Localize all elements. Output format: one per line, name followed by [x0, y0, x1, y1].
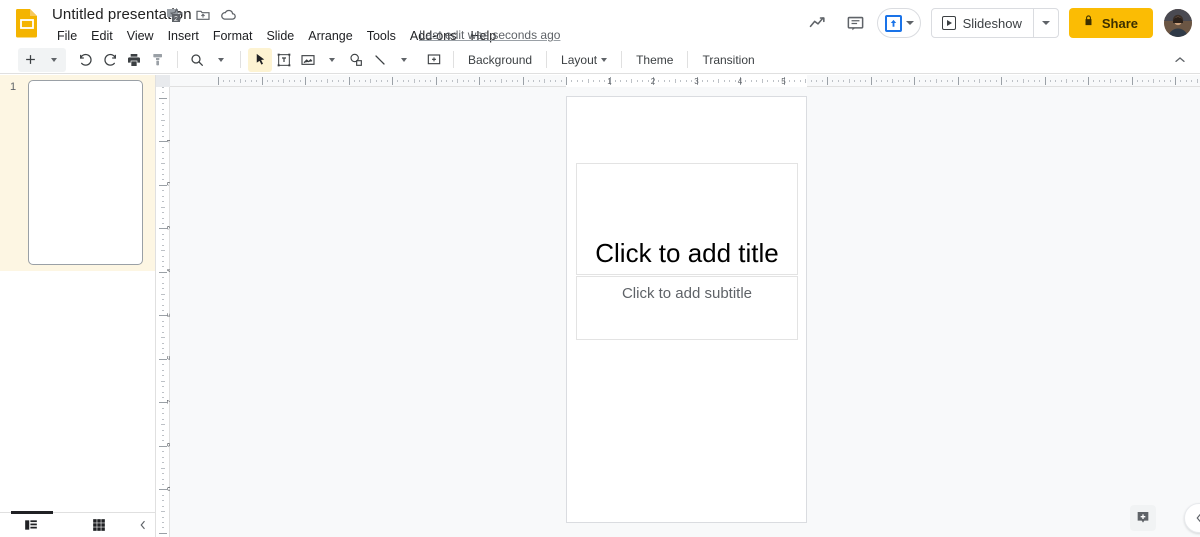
header-right-controls: Slideshow Share	[801, 6, 1192, 40]
filmstrip-bottom-bar	[0, 511, 156, 537]
chevron-down-icon	[401, 57, 407, 62]
horizontal-ruler[interactable]: 1 2 3 4 5	[170, 75, 1200, 87]
slide-editing-area[interactable]: Click to add title Click to add subtitle	[566, 96, 807, 523]
present-button[interactable]	[876, 8, 921, 38]
slideshow-label: Slideshow	[962, 15, 1022, 31]
ruler-number: 5	[781, 77, 786, 86]
comment-icon[interactable]	[839, 6, 873, 40]
ruler-number: 1	[607, 77, 612, 86]
explore-button[interactable]	[1130, 505, 1156, 531]
toolbar-divider	[177, 51, 178, 68]
trending-up-icon[interactable]	[801, 6, 835, 40]
slideshow-dropdown[interactable]	[1032, 9, 1058, 37]
zoom-button[interactable]	[185, 48, 209, 72]
toolbar-divider	[621, 51, 623, 68]
menu-edit[interactable]: Edit	[84, 26, 120, 46]
title-action-icons	[168, 6, 237, 23]
main-toolbar: Background Layout Theme Transition	[0, 46, 1200, 74]
filmstrip-view-icon[interactable]	[10, 511, 53, 536]
zoom-dropdown[interactable]	[209, 48, 233, 72]
menu-file[interactable]: File	[50, 26, 84, 46]
share-button[interactable]: Share	[1068, 8, 1153, 38]
paint-format-button[interactable]	[146, 48, 170, 72]
toolbar-divider	[687, 51, 689, 68]
avatar[interactable]	[1164, 9, 1192, 37]
share-label: Share	[1101, 15, 1138, 31]
new-slide-dropdown[interactable]	[42, 47, 66, 72]
theme-button[interactable]: Theme	[629, 49, 680, 71]
toolbar-divider	[240, 51, 241, 68]
text-box-button[interactable]	[272, 48, 296, 72]
transition-button[interactable]: Transition	[695, 49, 761, 71]
google-slides-window: Untitled presentation 2 File Edit View I…	[0, 0, 1200, 537]
ruler-number: 4	[737, 77, 743, 86]
undo-button[interactable]	[74, 48, 98, 72]
vertical-ruler[interactable]: 123456789	[156, 75, 175, 537]
filmstrip-collapse-button[interactable]	[130, 514, 155, 536]
insert-image-dropdown[interactable]	[320, 48, 344, 72]
active-view-underline	[10, 511, 53, 514]
layout-button[interactable]: Layout	[554, 49, 614, 71]
insert-line-dropdown[interactable]	[392, 48, 416, 72]
side-panel-toggle-button[interactable]	[1184, 503, 1200, 533]
grid-view-icon[interactable]	[87, 514, 112, 536]
chevron-down-icon	[329, 57, 335, 62]
insert-image-button[interactable]	[296, 48, 320, 72]
menu-arrange[interactable]: Arrange	[301, 26, 359, 46]
slide-number: 1	[10, 81, 17, 93]
star-icon[interactable]	[168, 6, 185, 23]
toolbar-divider	[546, 51, 548, 68]
toolbar-group-slide	[18, 47, 66, 72]
google-slides-logo-icon[interactable]	[14, 8, 40, 38]
background-button[interactable]: Background	[461, 49, 539, 71]
toolbar-divider	[453, 51, 454, 68]
chevron-down-icon	[601, 57, 608, 62]
insert-comment-button[interactable]	[422, 48, 446, 72]
move-to-folder-icon[interactable]	[194, 6, 211, 23]
menu-insert[interactable]: Insert	[161, 26, 206, 46]
chevron-down-icon[interactable]	[905, 21, 914, 25]
subtitle-placeholder[interactable]: Click to add subtitle	[576, 276, 798, 340]
subtitle-placeholder-text: Click to add subtitle	[621, 285, 753, 302]
insert-shape-button[interactable]	[344, 48, 368, 72]
present-upload-icon	[884, 14, 902, 32]
play-box-icon	[941, 16, 956, 30]
menu-tools[interactable]: Tools	[360, 26, 403, 46]
title-placeholder-text: Click to add title	[595, 238, 779, 269]
app-header: Untitled presentation 2 File Edit View I…	[0, 0, 1200, 46]
menu-slide[interactable]: Slide	[259, 26, 301, 46]
last-edit-status[interactable]: Last edit was seconds ago	[419, 28, 560, 42]
slideshow-button[interactable]: Slideshow	[930, 8, 1059, 38]
cloud-saved-icon[interactable]	[220, 6, 237, 23]
chevron-down-icon	[218, 57, 224, 62]
slide-canvas[interactable]: Click to add title Click to add subtitle	[170, 87, 1200, 537]
insert-line-button[interactable]	[368, 48, 392, 72]
layout-label: Layout	[561, 52, 598, 67]
menu-format[interactable]: Format	[206, 26, 260, 46]
redo-button[interactable]	[98, 48, 122, 72]
print-button[interactable]	[122, 48, 146, 72]
new-slide-button[interactable]	[18, 47, 42, 72]
menu-view[interactable]: View	[120, 26, 161, 46]
title-placeholder[interactable]: Click to add title	[576, 163, 798, 275]
ruler-number: 2	[650, 77, 656, 86]
slide-thumbnail[interactable]	[28, 80, 143, 265]
select-tool-button[interactable]	[248, 47, 272, 72]
lock-icon	[1082, 14, 1095, 32]
ruler-number: 3	[694, 77, 699, 86]
chevron-down-icon	[1041, 21, 1050, 25]
toolbar-collapse-button[interactable]	[1172, 46, 1188, 74]
slide-filmstrip-panel[interactable]: 1	[0, 75, 156, 512]
filmstrip-slide-1[interactable]: 1	[0, 75, 155, 271]
chevron-down-icon	[51, 57, 57, 62]
